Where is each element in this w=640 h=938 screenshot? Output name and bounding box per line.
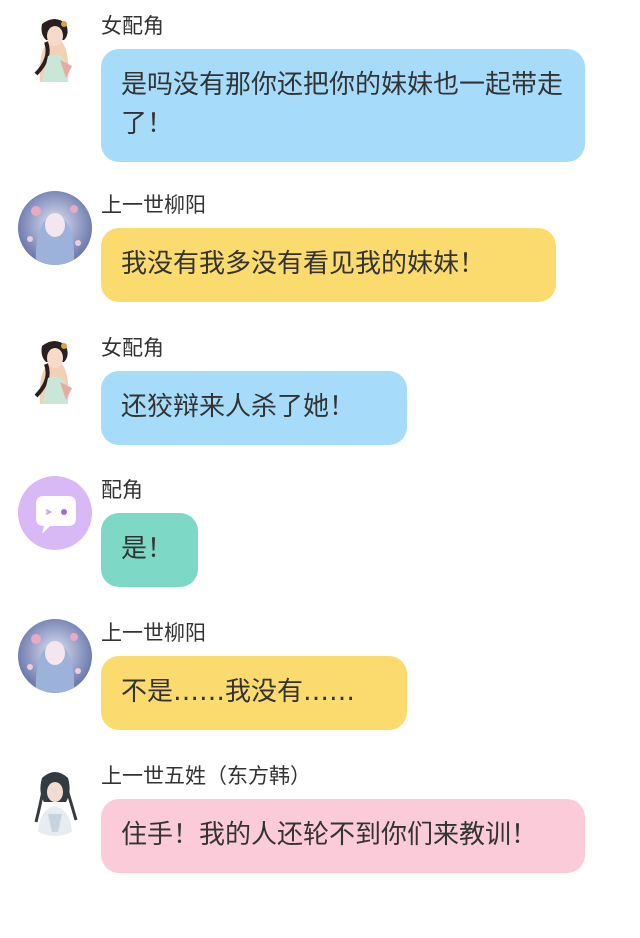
- speaker-name: 女配角: [101, 336, 164, 360]
- male-swordsman-avatar-icon[interactable]: [18, 762, 92, 836]
- blue-floral-girl-avatar-icon[interactable]: [18, 191, 92, 265]
- message-bubble[interactable]: 还狡辩来人杀了她！: [101, 371, 407, 445]
- purple-chat-bubble-avatar-icon[interactable]: [18, 476, 92, 550]
- message-bubble[interactable]: 不是……我没有……: [101, 656, 407, 730]
- message-bubble[interactable]: 我没有我多没有看见我的妹妹！: [101, 228, 556, 302]
- message-bubble[interactable]: 住手！我的人还轮不到你们来教训！: [101, 799, 585, 873]
- blue-floral-girl-avatar-icon[interactable]: [18, 619, 92, 693]
- speaker-name: 上一世柳阳: [101, 193, 206, 217]
- female-costume-avatar-icon[interactable]: [18, 334, 92, 408]
- speaker-name: 配角: [101, 478, 143, 502]
- speaker-name: 女配角: [101, 14, 164, 38]
- female-costume-avatar-icon[interactable]: [18, 12, 92, 86]
- speaker-name: 上一世五姓（东方韩）: [101, 764, 311, 788]
- speaker-name: 上一世柳阳: [101, 621, 206, 645]
- message-bubble[interactable]: 是吗没有那你还把你的妹妹也一起带走了！: [101, 49, 585, 162]
- message-bubble[interactable]: 是！: [101, 513, 198, 587]
